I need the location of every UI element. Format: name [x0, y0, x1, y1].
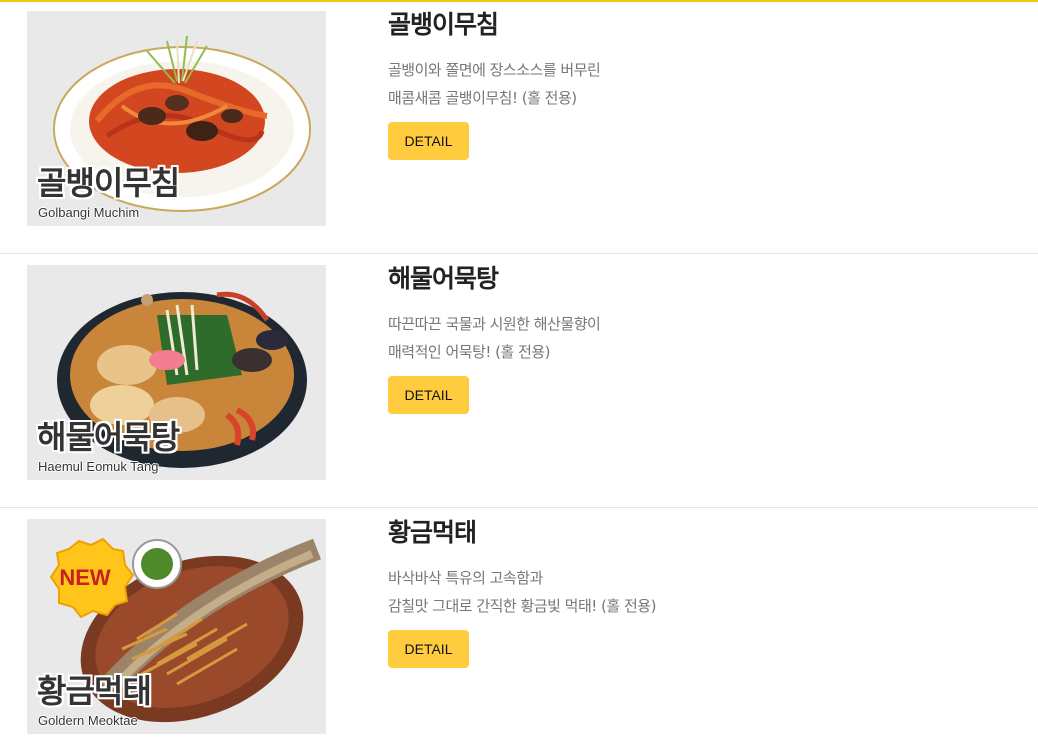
menu-item-info: 골뱅이무침 골뱅이와 쫄면에 장스소스를 버무린 매콤새콤 골뱅이무침! (홀 … [388, 8, 601, 160]
description-line: 골뱅이와 쫄면에 장스소스를 버무린 [388, 61, 601, 79]
new-badge: NEW [59, 565, 111, 590]
menu-item-title: 골뱅이무침 [388, 10, 499, 39]
description-line: 바삭바삭 특유의 고속함과 [388, 569, 543, 587]
thumb-english-name: Golbangi Muchim [38, 205, 140, 220]
description-line: 따끈따끈 국물과 시원한 해산물향이 [388, 315, 601, 333]
thumb-english-name: Haemul Eomuk Tang [38, 459, 159, 474]
menu-item-description: 따끈따끈 국물과 시원한 해산물향이 매력적인 어묵탕! (홀 전용) [388, 310, 601, 366]
description-line: 매력적인 어묵탕! (홀 전용) [388, 343, 551, 361]
menu-item-info: 황금먹태 바삭바삭 특유의 고속함과 감칠맛 그대로 간직한 황금빛 먹태! (… [388, 516, 656, 668]
menu-item-info: 해물어묵탕 따끈따끈 국물과 시원한 해산물향이 매력적인 어묵탕! (홀 전용… [388, 262, 601, 414]
menu-item-image[interactable]: 해물어묵탕 Haemul Eomuk Tang [27, 265, 326, 480]
menu-item-title: 해물어묵탕 [388, 264, 499, 293]
menu-item-haemul-eomuk-tang: 해물어묵탕 Haemul Eomuk Tang 해물어묵탕 따끈따끈 국물과 시… [0, 254, 1038, 508]
thumb-korean-name: 해물어묵탕 [37, 418, 180, 456]
menu-item-image[interactable]: 골뱅이무침 Golbangi Muchim [27, 11, 326, 226]
thumb-english-name: Goldern Meoktae [38, 713, 138, 728]
thumb-korean-name: 황금먹태 [37, 672, 152, 710]
detail-button[interactable]: DETAIL [388, 376, 469, 414]
description-line: 감칠맛 그대로 간직한 황금빛 먹태! (홀 전용) [388, 597, 656, 615]
menu-item-title: 황금먹태 [388, 518, 477, 547]
menu-item-description: 바삭바삭 특유의 고속함과 감칠맛 그대로 간직한 황금빛 먹태! (홀 전용) [388, 564, 656, 620]
thumb-korean-name: 골뱅이무침 [37, 164, 180, 202]
description-line: 매콤새콤 골뱅이무침! (홀 전용) [388, 89, 577, 107]
menu-item-image[interactable]: NEW 황금먹태 Goldern Meoktae [27, 519, 326, 734]
menu-item-description: 골뱅이와 쫄면에 장스소스를 버무린 매콤새콤 골뱅이무침! (홀 전용) [388, 56, 601, 112]
detail-button[interactable]: DETAIL [388, 630, 469, 668]
menu-item-golbangi: 골뱅이무침 Golbangi Muchim 골뱅이무침 골뱅이와 쫄면에 장스소… [0, 0, 1038, 254]
menu-item-hwanggeum-meoktae: NEW 황금먹태 Goldern Meoktae 황금먹태 바삭바삭 특유의 고… [0, 508, 1038, 752]
detail-button[interactable]: DETAIL [388, 122, 469, 160]
